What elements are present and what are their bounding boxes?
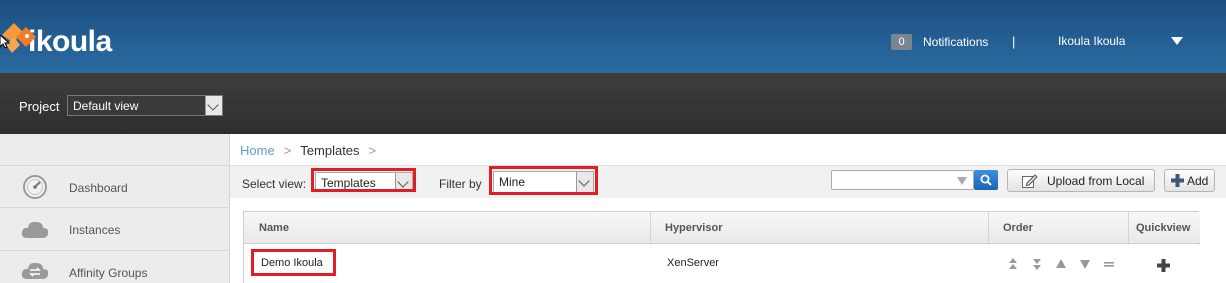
breadcrumb-arrow: > [368,143,377,158]
breadcrumb-home-link[interactable]: Home [240,143,275,158]
select-view-label: Select view: [242,177,307,191]
ikoula-logo[interactable]: ikoula [0,12,112,62]
search-input[interactable] [831,170,974,190]
column-header-quickview[interactable]: Quickview [1136,222,1190,234]
search-icon [980,174,992,186]
user-name[interactable]: Ikoula Ikoula [1058,34,1125,48]
filter-by-label: Filter by [439,177,482,191]
header-separator: | [1012,34,1016,49]
sidebar: Dashboard Instances Affinity Groups [0,134,230,283]
move-top-icon[interactable] [1006,257,1020,271]
chevron-down-icon[interactable] [205,96,222,115]
order-controls [1006,257,1116,271]
sidebar-item-dashboard[interactable]: Dashboard [0,165,230,208]
column-header-order[interactable]: Order [1003,222,1033,234]
templates-table: Name Hypervisor Order Quickview Demo Iko… [243,211,1200,283]
notifications-count-badge: 0 [891,34,912,50]
breadcrumb: Home > Templates > [240,143,385,158]
breadcrumb-current[interactable]: Templates [300,143,359,158]
add-label: Add [1187,174,1209,188]
highlight-box-filter-by [489,166,598,195]
upload-from-local-button[interactable]: Upload from Local [1007,169,1155,192]
search-dropdown-caret-icon[interactable] [957,177,967,185]
affinity-groups-icon [20,258,50,283]
plus-icon [1171,174,1184,187]
column-header-name[interactable]: Name [259,222,289,234]
notifications-label: Notifications [923,35,989,49]
template-hypervisor: XenServer [667,257,719,269]
mouse-cursor-icon [0,34,11,52]
sidebar-item-label: Affinity Groups [69,266,148,280]
column-header-hypervisor[interactable]: Hypervisor [665,222,722,234]
project-select[interactable]: Default view [67,95,223,116]
cloud-icon [20,216,50,244]
sidebar-item-instances[interactable]: Instances [0,207,230,250]
project-bar: Project Default view [0,73,1226,134]
search-button[interactable] [974,170,998,190]
add-button[interactable]: Add [1164,169,1215,192]
move-up-icon[interactable] [1054,257,1068,271]
project-select-value: Default view [73,99,139,113]
upload-from-local-label: Upload from Local [1047,174,1145,188]
table-header: Name Hypervisor Order Quickview [244,212,1200,244]
move-down-icon[interactable] [1078,257,1092,271]
drag-handle-icon[interactable] [1102,257,1116,271]
user-menu-caret-icon[interactable] [1171,37,1183,45]
move-bottom-icon[interactable] [1030,257,1044,271]
sidebar-item-label: Instances [69,223,121,237]
quickview-plus-icon[interactable] [1157,259,1170,275]
project-label: Project [19,99,60,114]
sidebar-item-affinity-groups[interactable]: Affinity Groups [0,250,230,283]
notifications[interactable]: 0 Notifications [891,34,988,50]
dashboard-gauge-icon [20,173,50,201]
edit-upload-icon [1022,174,1038,188]
highlight-box-select-view [311,168,416,192]
breadcrumb-arrow: > [283,143,292,158]
highlight-box-template-name [251,249,336,276]
sidebar-item-label: Dashboard [69,181,128,195]
top-header: ikoula 0 Notifications | Ikoula Ikoula [0,0,1226,73]
logo-text: ikoula [28,25,112,58]
